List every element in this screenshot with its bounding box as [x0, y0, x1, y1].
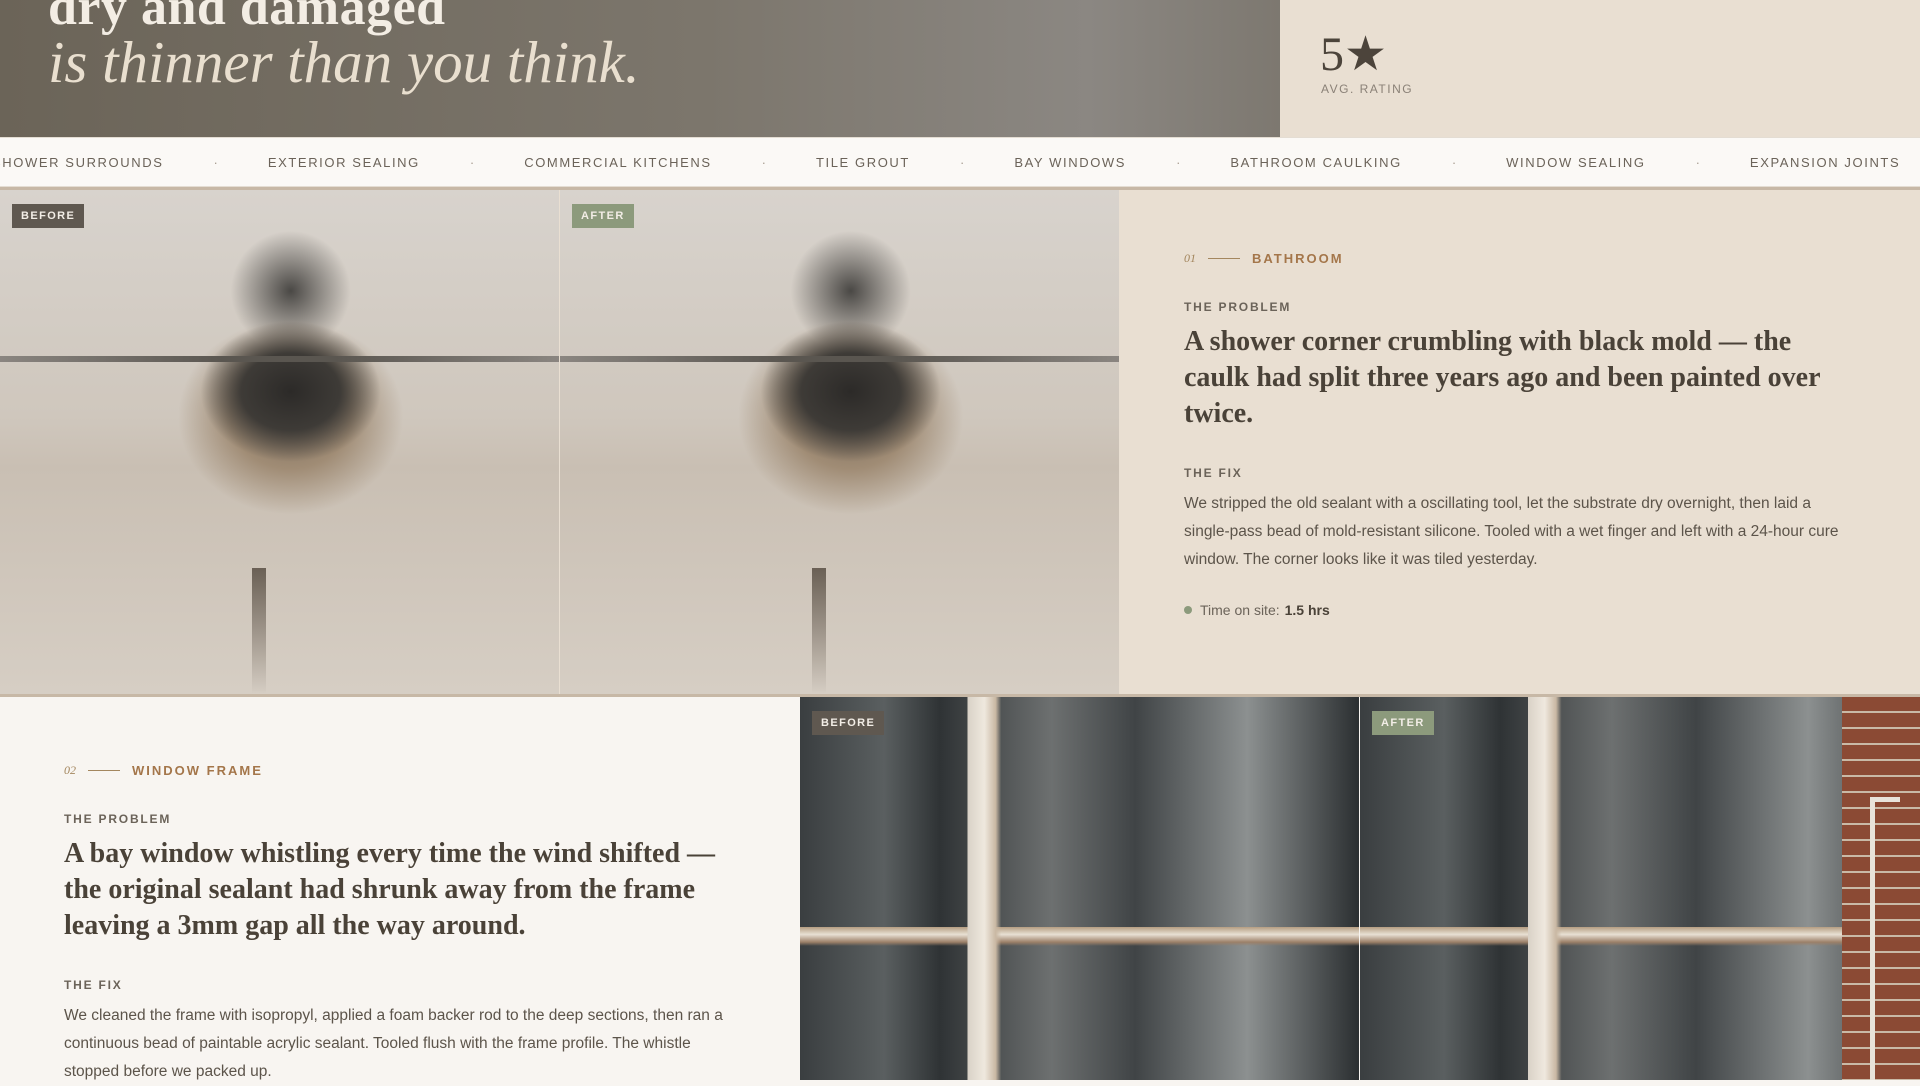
ticker-separator: ·: [1695, 155, 1700, 170]
ticker-item[interactable]: BAY WINDOWS: [1014, 155, 1126, 170]
ticker-separator: ·: [469, 155, 475, 170]
after-badge: AFTER: [1372, 711, 1434, 735]
ticker-separator: ·: [959, 155, 965, 170]
ticker-item[interactable]: WINDOW SEALING: [1506, 155, 1645, 170]
rating-value: 5★: [1320, 28, 1388, 81]
case-number: 01: [1184, 251, 1196, 265]
case-category: BATHROOM: [1252, 251, 1344, 266]
ticker-item[interactable]: SHOWER SURROUNDS: [0, 155, 164, 170]
ticker-separator: ·: [213, 155, 218, 170]
after-badge: AFTER: [572, 204, 634, 228]
case-eyebrow: 01 BATHROOM: [1184, 251, 1844, 266]
meta-label: Time on site:: [1200, 602, 1280, 618]
hero-banner: dry and damaged is thinner than you thin…: [0, 0, 1280, 137]
status-dot-icon: [1184, 606, 1192, 614]
meta-value: 1.5 hrs: [1284, 602, 1330, 618]
ticker-item[interactable]: EXPANSION JOINTS: [1750, 155, 1900, 170]
ticker-item[interactable]: TILE GROUT: [816, 155, 910, 170]
case-text: 02 WINDOW FRAME THE PROBLEM A bay window…: [64, 763, 744, 1086]
problem-label: THE PROBLEM: [1184, 300, 1292, 314]
fix-label: THE FIX: [1184, 466, 1243, 480]
time-on-site: Time on site: 1.5 hrs: [1184, 602, 1844, 618]
ticker-separator: ·: [1176, 155, 1181, 170]
case-text: 01 BATHROOM THE PROBLEM A shower corner …: [1184, 251, 1844, 618]
ticker-separator: ·: [761, 155, 766, 170]
problem-heading: A bay window whistling every time the wi…: [64, 838, 716, 941]
ticker-item[interactable]: BATHROOM CAULKING: [1230, 155, 1401, 170]
eyebrow-divider: [1208, 258, 1240, 259]
window-frame: [1870, 797, 1900, 1080]
after-photo[interactable]: AFTER: [1360, 697, 1920, 1080]
problem-label: THE PROBLEM: [64, 812, 172, 826]
hero-title-line2: is thinner than you think.: [48, 29, 640, 95]
after-photo[interactable]: AFTER: [560, 190, 1119, 694]
before-photo[interactable]: BEFORE: [800, 697, 1359, 1080]
rating-panel: 5★ AVG. RATING: [1280, 0, 1920, 137]
case-number: 02: [64, 763, 76, 777]
eyebrow-divider: [88, 770, 120, 771]
fix-description: We stripped the old sealant with a oscil…: [1184, 495, 1839, 568]
before-badge: BEFORE: [812, 711, 885, 735]
problem-heading: A shower corner crumbling with black mol…: [1184, 326, 1821, 429]
case-category: WINDOW FRAME: [132, 763, 263, 778]
case-eyebrow: 02 WINDOW FRAME: [64, 763, 744, 778]
fix-description: We cleaned the frame with isopropyl, app…: [64, 1007, 723, 1080]
services-ticker: SHOWER SURROUNDS · EXTERIOR SEALING · CO…: [0, 137, 1920, 187]
before-badge: BEFORE: [12, 204, 85, 228]
ticker-item[interactable]: EXTERIOR SEALING: [268, 155, 420, 170]
case-study-window: 02 WINDOW FRAME THE PROBLEM A bay window…: [0, 694, 1920, 1080]
hero-section: dry and damaged is thinner than you thin…: [0, 0, 1920, 137]
ticker-track: SHOWER SURROUNDS · EXTERIOR SEALING · CO…: [0, 155, 1900, 170]
ticker-item[interactable]: COMMERCIAL KITCHENS: [524, 155, 711, 170]
before-photo[interactable]: BEFORE: [0, 190, 559, 694]
rating-label: AVG. RATING: [1321, 82, 1414, 96]
fix-label: THE FIX: [64, 978, 123, 992]
ticker-separator: ·: [1451, 155, 1457, 170]
case-study-bathroom: BEFORE AFTER 01 BATHROOM THE PROBLEM A s…: [0, 187, 1920, 694]
